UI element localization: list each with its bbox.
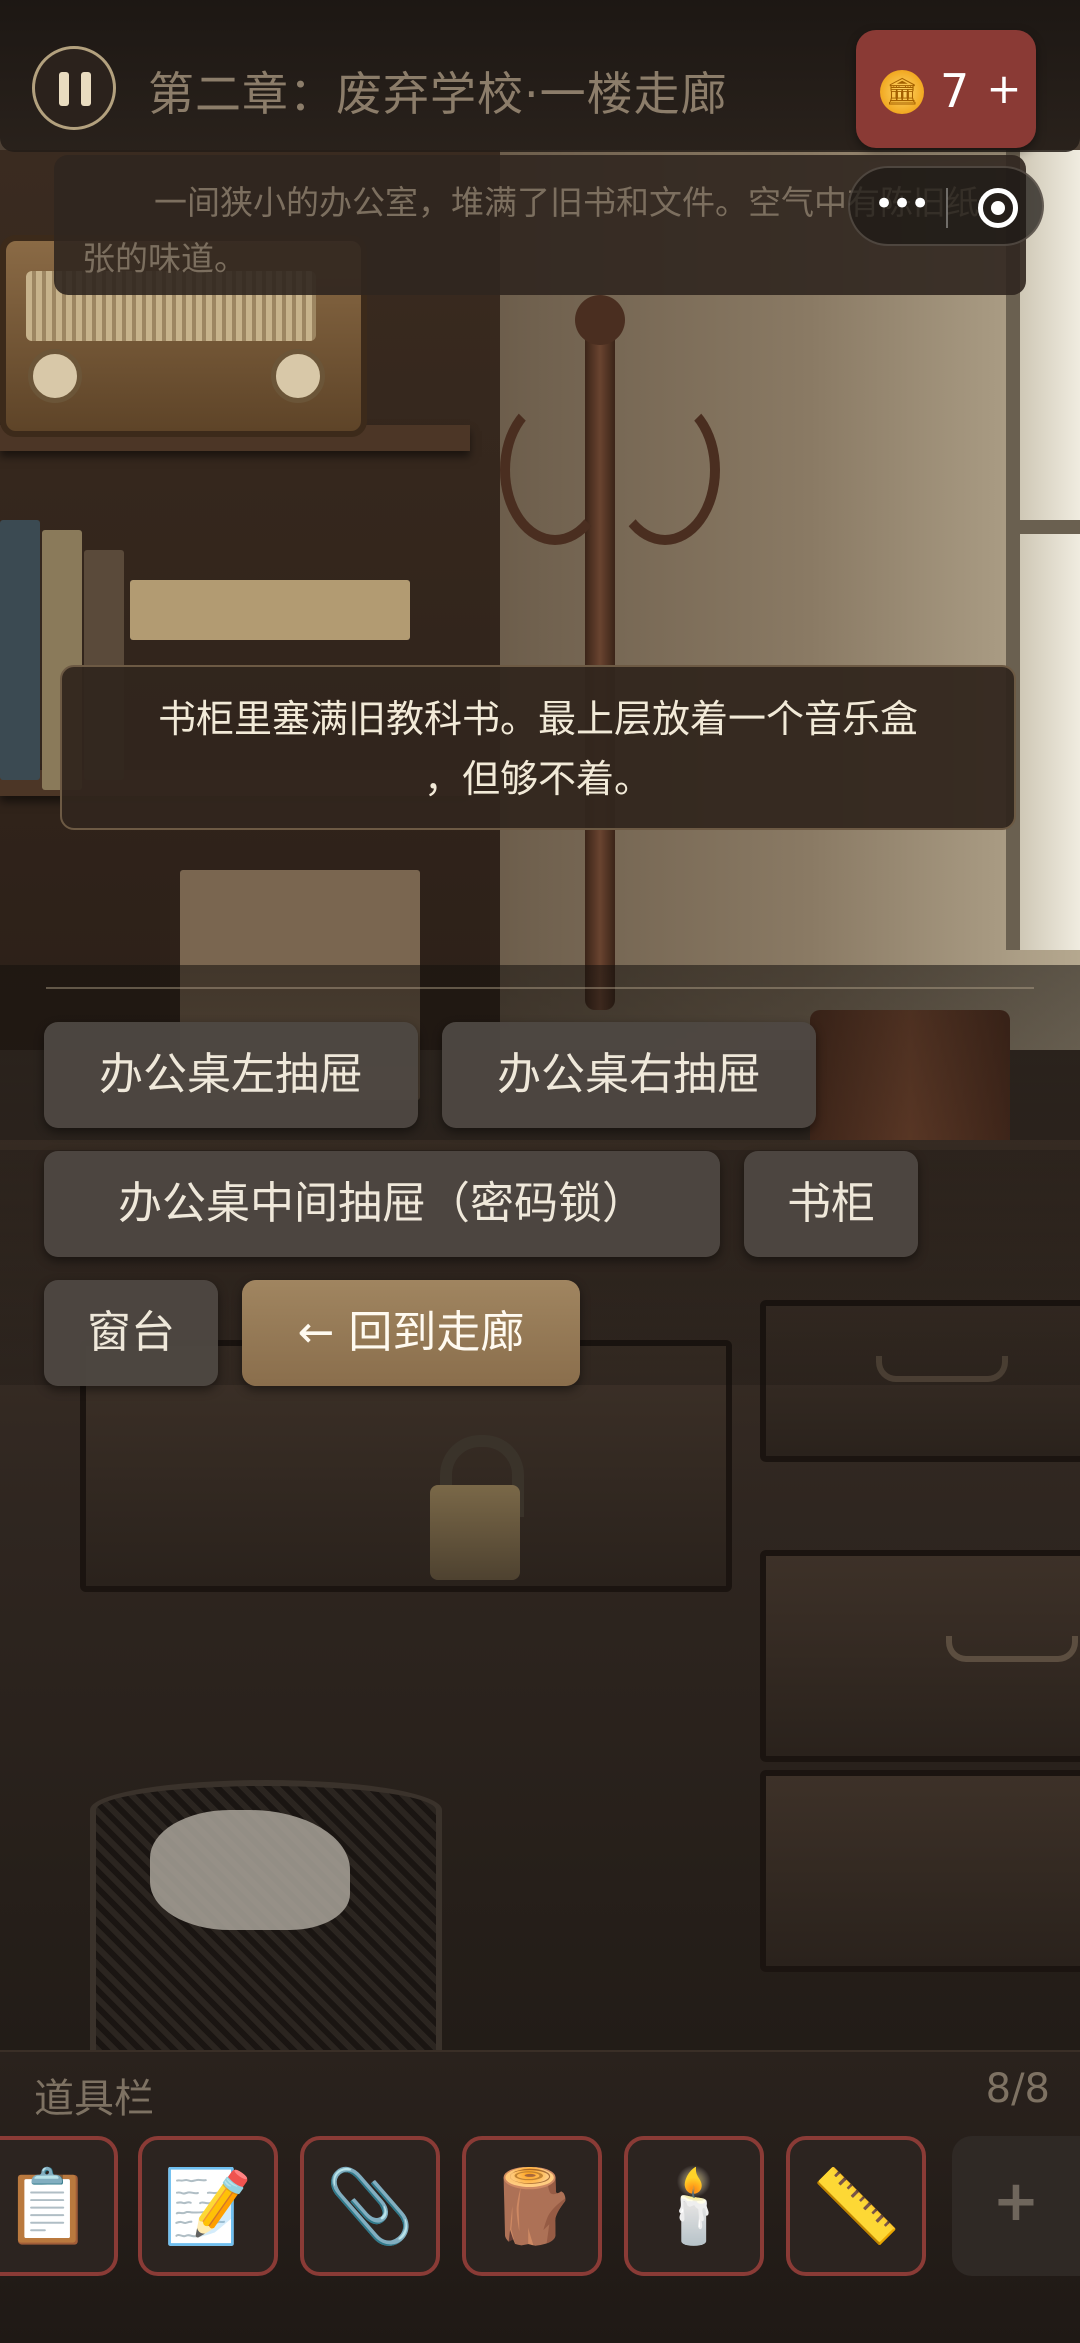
pause-icon bbox=[81, 72, 91, 106]
coin-counter[interactable]: 🏛 7 + bbox=[856, 30, 1036, 148]
window-frame bbox=[1020, 520, 1080, 534]
radio-knob bbox=[271, 349, 325, 403]
bookshelf-button[interactable]: 书柜 bbox=[744, 1151, 918, 1257]
inventory-slot[interactable]: 🪵 bbox=[462, 2136, 602, 2276]
drawer-handle bbox=[946, 1636, 1078, 1662]
chapter-title: 第二章：废弃学校·一楼走廊 bbox=[148, 67, 728, 121]
coat-rack-hook bbox=[500, 395, 610, 545]
action-panel: 办公桌左抽屉 办公桌右抽屉 办公桌中间抽屉（密码锁） 书柜 窗台 ← 回到走廊 bbox=[0, 965, 1080, 1386]
plus-icon: + bbox=[992, 2169, 1040, 2234]
add-slot-button[interactable]: + bbox=[952, 2136, 1080, 2276]
back-to-corridor-button[interactable]: ← 回到走廊 bbox=[242, 1280, 580, 1386]
candle-icon: 🕯️ bbox=[649, 2164, 739, 2248]
clipboard-icon: 📋 bbox=[3, 2164, 93, 2248]
coin-icon: 🏛 bbox=[880, 70, 924, 114]
coat-rack-hook bbox=[610, 395, 720, 545]
inventory-slot[interactable]: 📎 bbox=[300, 2136, 440, 2276]
crumpled-paper bbox=[150, 1810, 350, 1930]
coin-count: 7 bbox=[940, 64, 970, 118]
dialog-line: ，但够不着。 bbox=[423, 757, 652, 801]
mini-program-capsule: ••• bbox=[848, 166, 1044, 246]
inventory-slot[interactable]: 📋 bbox=[0, 2136, 118, 2276]
desk-middle-drawer-button[interactable]: 办公桌中间抽屉（密码锁） bbox=[44, 1151, 720, 1257]
desk-left-drawer-button[interactable]: 办公桌左抽屉 bbox=[44, 1022, 418, 1128]
more-options-icon[interactable]: ••• bbox=[874, 184, 930, 224]
book-stack bbox=[130, 580, 410, 640]
top-bar: 第二章：废弃学校·一楼走廊 🏛 7 + bbox=[0, 0, 1080, 152]
ruler-icon: 📏 bbox=[811, 2164, 901, 2248]
padlock bbox=[430, 1485, 520, 1580]
divider bbox=[46, 987, 1034, 989]
memo-icon: 📝 bbox=[163, 2164, 253, 2248]
close-target-icon[interactable] bbox=[978, 188, 1018, 228]
coat-rack-top bbox=[575, 295, 625, 345]
inventory-slot[interactable]: 📝 bbox=[138, 2136, 278, 2276]
pause-button[interactable] bbox=[32, 46, 116, 130]
inventory-slot[interactable]: 📏 bbox=[786, 2136, 926, 2276]
desk-lower-drawer bbox=[760, 1770, 1080, 1972]
add-coins-button[interactable]: + bbox=[986, 64, 1022, 113]
inventory-title: 道具栏 bbox=[34, 2076, 154, 2122]
inventory-slot[interactable]: 🕯️ bbox=[624, 2136, 764, 2276]
wood-log-icon: 🪵 bbox=[487, 2164, 577, 2248]
inventory-bar: 道具栏 8/8 📋 📝 📎 🪵 🕯️ 📏 + bbox=[0, 2050, 1080, 2343]
pause-icon bbox=[59, 72, 69, 106]
paperclip-icon: 📎 bbox=[325, 2164, 415, 2248]
windowsill-button[interactable]: 窗台 bbox=[44, 1280, 218, 1386]
book bbox=[0, 520, 40, 780]
desk-open-drawer bbox=[760, 1550, 1080, 1762]
dialog-line: 书柜里塞满旧教科书。最上层放着一个音乐盒 bbox=[157, 697, 918, 741]
desk-right-drawer-button[interactable]: 办公桌右抽屉 bbox=[442, 1022, 816, 1128]
radio-knob bbox=[28, 349, 82, 403]
capsule-divider bbox=[946, 188, 948, 228]
inventory-count: 8/8 bbox=[985, 2066, 1050, 2112]
dialog-box[interactable]: 书柜里塞满旧教科书。最上层放着一个音乐盒 ，但够不着。 bbox=[60, 665, 1016, 830]
